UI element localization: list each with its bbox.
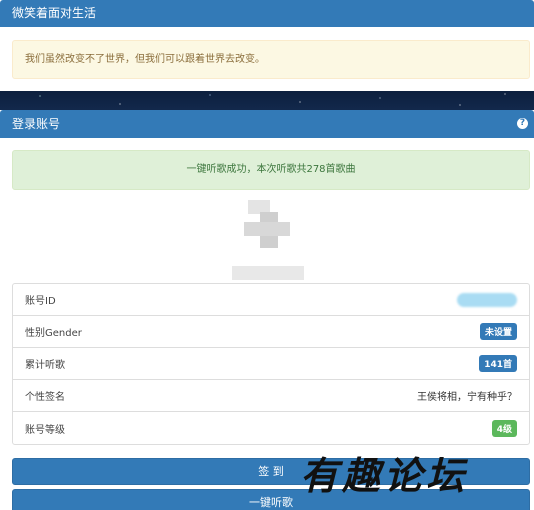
success-message: 一键听歌成功，本次听歌共278首歌曲 [12, 150, 530, 190]
watermark-logo: 有趣论坛 [300, 453, 469, 498]
listen-count-badge: 141首 [479, 355, 517, 372]
list-item-account-id: 账号ID [13, 284, 529, 316]
gender-label: 性别Gender [25, 328, 82, 339]
list-item-listen-count: 累计听歌 141首 [13, 348, 529, 380]
motto-panel: 微笑着面对生活 我们虽然改变不了世界，但我们可以跟着世界去改变。 [0, 0, 534, 91]
account-id-badge [457, 292, 517, 307]
question-circle-icon[interactable]: ? [517, 118, 528, 129]
login-panel-header: 登录账号 ? [0, 110, 534, 138]
gender-badge: 未设置 [479, 323, 517, 340]
signature-value: 王侯将相，宁有种乎？ [417, 392, 517, 403]
motto-message: 我们虽然改变不了世界，但我们可以跟着世界去改变。 [12, 40, 530, 79]
login-panel-title: 登录账号 [12, 117, 61, 131]
signature-label: 个性签名 [25, 392, 65, 403]
list-item-gender: 性别Gender 未设置 [13, 316, 529, 348]
list-item-level: 账号等级 4级 [13, 412, 529, 444]
account-id-label: 账号ID [25, 296, 56, 307]
starry-background [0, 90, 534, 112]
list-item-signature: 个性签名 王侯将相，宁有种乎？ [13, 380, 529, 412]
avatar [230, 198, 306, 282]
level-label: 账号等级 [25, 424, 65, 436]
level-badge: 4级 [491, 419, 517, 437]
motto-panel-title: 微笑着面对生活 [0, 0, 534, 27]
account-info-list: 账号ID 性别Gender 未设置 累计听歌 141首 个性签名 王侯将相，宁有… [12, 283, 530, 445]
listen-count-label: 累计听歌 [25, 360, 65, 371]
